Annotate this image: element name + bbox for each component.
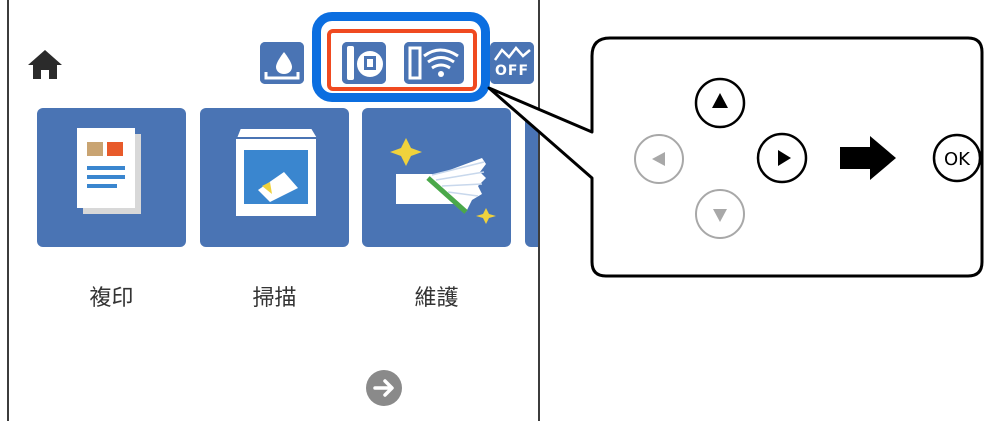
ok-button[interactable]: OK — [932, 133, 982, 183]
up-button[interactable] — [694, 77, 746, 129]
ok-label: OK — [944, 149, 971, 170]
left-button[interactable] — [634, 134, 684, 184]
button-callout: OK — [487, 36, 984, 278]
right-button[interactable] — [756, 132, 808, 184]
down-button[interactable] — [695, 189, 745, 239]
